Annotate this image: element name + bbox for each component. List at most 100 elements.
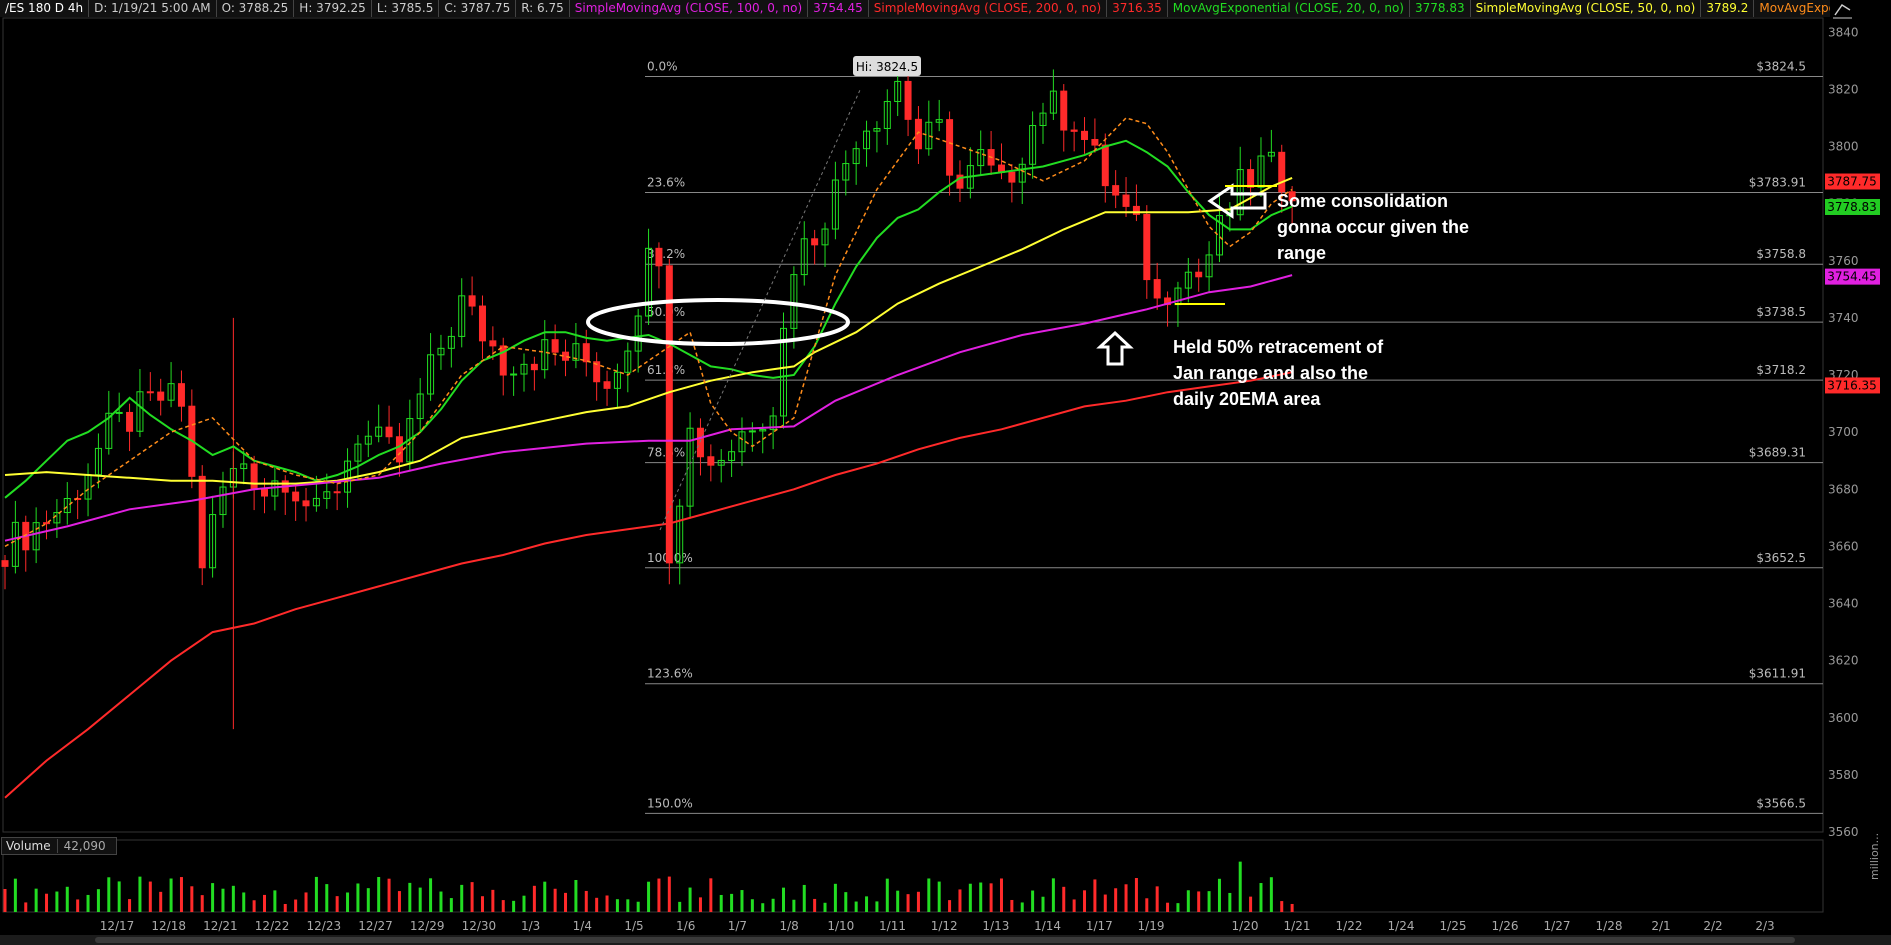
price-tag-text-1: 3778.83 [1827,200,1877,214]
drawing-tool-icon[interactable] [1830,0,1855,20]
y-tick-5: 3660 [1828,539,1859,553]
close-label: C: 3787.75 [439,0,517,17]
volume-bar-98 [1020,902,1024,912]
volume-bar-121 [1259,883,1263,912]
volume-bar-117 [1217,878,1221,912]
y-tick-1: 3580 [1828,768,1859,782]
fib-pct-2: 38.2% [647,247,685,261]
high-callout-text: Hi: 3824.5 [856,60,918,74]
candle-body-11 [115,411,123,414]
candle-body-108 [1122,194,1130,207]
fib-pct-7: 123.6% [647,667,693,681]
fib-pct-0: 0.0% [647,60,678,74]
fib-price-5: $3689.31 [1749,446,1806,460]
y-tick-7: 3700 [1828,425,1859,439]
volume-bar-47 [491,889,495,912]
y-tick-9: 3740 [1828,311,1859,325]
volume-bar-4 [45,893,49,912]
study-label-3[interactable]: SimpleMovingAvg (CLOSE, 50, 0, no) [1471,0,1702,17]
volume-bar-73 [761,903,765,912]
candle-body-4 [43,522,51,525]
volume-bar-114 [1186,890,1190,912]
candle-body-12 [126,411,134,432]
x-tick-7: 12/30 [462,919,497,933]
volume-bar-14 [148,881,152,912]
study-value-1: 3716.35 [1107,0,1168,17]
candle-body-111 [1153,279,1161,299]
volume-bar-41 [429,878,433,912]
symbol-label[interactable]: /ES 180 D 4h [0,0,90,17]
x-tick-11: 1/6 [676,919,695,933]
volume-bar-37 [387,878,391,912]
study-value-0: 3754.45 [808,0,869,17]
volume-bar-111 [1155,886,1159,912]
price-tag-text-2: 3754.45 [1827,270,1877,284]
volume-bar-106 [1103,894,1107,912]
x-tick-16: 1/12 [931,919,958,933]
volume-bar-44 [460,884,464,912]
volume-bar-100 [1041,896,1045,912]
time-scrollbar[interactable] [0,935,1891,945]
volume-bar-16 [169,878,173,912]
volume-bar-27 [283,903,287,912]
candle-body-24 [250,463,258,491]
volume-bar-6 [65,886,69,912]
range-label: R: 6.75 [516,0,570,17]
volume-bar-55 [574,879,578,912]
volume-bar-99 [1031,890,1035,912]
volume-bar-17 [179,877,183,912]
price-tag-text-3: 3716.35 [1827,378,1877,392]
volume-bar-2 [24,902,28,912]
volume-bar-50 [522,895,526,912]
scrollbar-thumb[interactable] [95,937,1795,943]
volume-bar-75 [782,887,785,912]
volume-bar-79 [823,902,827,912]
volume-bar-56 [584,890,588,912]
volume-bar-43 [449,898,453,912]
candle-body-17 [177,383,185,407]
candle-body-106 [1101,144,1109,187]
volume-bar-101 [1051,878,1055,912]
volume-bar-57 [595,897,599,912]
volume-bar-113 [1176,903,1180,912]
candle-body-25 [261,489,268,497]
x-tick-28: 1/28 [1596,919,1623,933]
volume-bar-51 [532,885,536,912]
fib-pct-1: 23.6% [647,175,685,189]
volume-bar-34 [356,883,360,912]
volume-bar-23 [242,892,246,912]
candle-body-58 [603,381,611,389]
x-tick-15: 1/11 [879,919,906,933]
consolidation-line-1: Some consolidation [1277,191,1449,211]
candle-body-97 [1008,171,1016,183]
consolidation-note: Some consolidation gonna occur given the… [1277,188,1469,266]
study-label-4[interactable]: MovAvgExponential ... [1754,0,1830,17]
volume-bar-83 [865,896,869,912]
volume-title: Volume [6,839,51,853]
study-label-0[interactable]: SimpleMovingAvg (CLOSE, 100, 0, no) [570,0,809,17]
x-tick-22: 1/21 [1284,919,1311,933]
volume-bar-96 [999,878,1003,912]
candle-body-104 [1081,130,1089,140]
volume-bar-59 [615,899,619,912]
candle-body-19 [198,475,206,569]
study-label-1[interactable]: SimpleMovingAvg (CLOSE, 200, 0, no) [869,0,1108,17]
study-label-2[interactable]: MovAvgExponential (CLOSE, 20, 0, no) [1168,0,1410,17]
volume-bar-46 [480,896,484,912]
volume-bar-52 [543,881,547,912]
x-tick-25: 1/25 [1440,919,1467,933]
volume-bar-39 [408,882,412,912]
candle-body-46 [478,305,486,342]
candle-body-63 [655,247,663,267]
fib-price-7: $3611.91 [1749,667,1806,681]
low-label: L: 3785.5 [372,0,440,17]
volume-bar-122 [1269,877,1273,912]
volume-bar-7 [76,899,80,912]
candle-body-115 [1195,271,1203,278]
x-tick-0: 12/17 [100,919,135,933]
fib-pct-8: 150.0% [647,796,693,810]
y-tick-6: 3680 [1828,482,1859,496]
volume-bar-65 [678,901,682,912]
volume-bar-64 [667,876,671,912]
study-list: SimpleMovingAvg (CLOSE, 100, 0, no) 3754.… [570,0,1830,17]
